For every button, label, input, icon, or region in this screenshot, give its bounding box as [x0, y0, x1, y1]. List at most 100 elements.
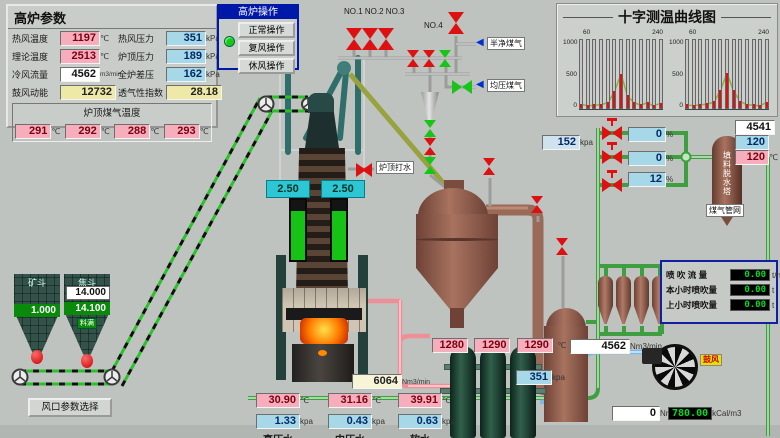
scrubber-pressure: 152kpa [542, 132, 593, 150]
y-tick: 1000 [563, 39, 577, 46]
water-label: 中压水 [328, 431, 372, 438]
bleeder-valve-no4[interactable] [448, 12, 464, 34]
injection-unit: t [770, 301, 774, 310]
thermo-track [579, 39, 583, 109]
param-value: 351 [166, 31, 206, 46]
unit: ℃ [51, 127, 60, 136]
tower-label: 填料脱水塔 [722, 151, 733, 196]
cross-temp-chart-panel: 十字测温曲线图 60 240 1000 500 0 [556, 3, 778, 117]
top-chain-valve-3[interactable] [424, 157, 437, 174]
tuyere-params-button[interactable]: 风口参数选择 [28, 398, 112, 417]
bleeder-valve-no1[interactable] [346, 28, 362, 50]
thermo-bars [579, 39, 663, 110]
bleeder-valve-no2[interactable] [362, 28, 378, 50]
thermo-track [626, 39, 630, 109]
top-water-valve[interactable] [356, 163, 372, 175]
control-valve-3[interactable] [602, 178, 622, 192]
params-grid: 热风温度 1197 ℃ 热风压力 351 kPa 理论温度 2513 ℃ 炉顶压… [8, 29, 216, 100]
top-chain-valve-2[interactable] [424, 138, 437, 155]
semi-clean-gas-label: 半净煤气 [487, 37, 525, 50]
ore-discharge-valve[interactable] [31, 350, 43, 364]
injection-label: 喷 吹 流 量 [666, 269, 730, 281]
top-gas-temp: 291 [15, 124, 51, 139]
gas-network-label: 煤气管网 [706, 204, 744, 217]
scrubber-inlet-valve[interactable] [556, 238, 569, 255]
param-value: 28.18 [166, 85, 222, 100]
param-label: 热风温度 [10, 32, 60, 45]
ore-hopper-label: 矿斗 [14, 276, 60, 289]
y-tick: 500 [563, 71, 577, 78]
ore-hopper: 矿斗 1.000 [14, 274, 60, 370]
thermo-track [685, 39, 689, 109]
control-valve-2[interactable] [602, 150, 622, 164]
stock-rod-right [330, 198, 348, 262]
venturi-inlet-valve[interactable] [483, 158, 496, 175]
valve-opening-3: 12% [628, 169, 673, 187]
y-tick: 1000 [669, 39, 683, 46]
equalizing-valve-3[interactable] [439, 50, 452, 67]
param-value: 162 [166, 67, 206, 82]
x-tick: 240 [758, 29, 769, 36]
stock-rod-left [289, 198, 307, 262]
furnace-bell-hopper [305, 112, 339, 148]
fan-snout [642, 348, 662, 364]
control-valve-1[interactable] [602, 126, 622, 140]
scrubber-dome [546, 308, 586, 328]
coke-discharge-valve[interactable] [81, 354, 93, 368]
water-group-soft: 39.91℃ 0.63kpa 软水 [398, 390, 468, 438]
hot-blast-stove-3 [510, 346, 536, 438]
x-tick: 60 [583, 29, 590, 36]
injection-label: 上小时喷吹量 [666, 299, 730, 311]
panel-title: 高炉参数 [8, 6, 216, 29]
x-tick: 60 [689, 29, 696, 36]
venturi-top-valve[interactable] [531, 196, 544, 213]
thermo-track [659, 39, 663, 109]
injection-value: 0.00 [730, 284, 770, 296]
injection-row: 喷 吹 流 量 0.00 t/h [666, 269, 772, 281]
pipe-junction [682, 153, 691, 162]
resume-blast-button[interactable]: 复风操作 [238, 40, 295, 56]
injection-row: 本小时喷吹量 0.00 t [666, 284, 772, 296]
thermo-track [705, 39, 709, 109]
param-unit: ℃ [100, 34, 116, 43]
bleeder-valve-no3[interactable] [378, 28, 394, 50]
valve-opening-2: 0% [628, 148, 673, 166]
thermo-track [765, 39, 769, 109]
injection-label: 本小时喷吹量 [666, 284, 730, 296]
stock-line-left: 2.50 [266, 180, 310, 198]
y-tick: 0 [563, 102, 577, 109]
y-tick: 0 [669, 102, 683, 109]
thermo-track [606, 39, 610, 109]
hearth-glow [300, 318, 348, 344]
water-group-hp: 30.90℃ 1.33kpa 高压水 [256, 390, 326, 438]
equalizing-valve-2[interactable] [423, 50, 436, 67]
thermo-track [712, 39, 716, 109]
coke-weight: 14.000 [66, 286, 110, 300]
param-value: 189 [166, 49, 206, 64]
thermo-track [639, 39, 643, 109]
y-tick: 500 [669, 71, 683, 78]
param-label: 鼓风动能 [10, 86, 60, 99]
stock-line-right: 2.50 [321, 180, 365, 198]
stop-blast-button[interactable]: 休风操作 [238, 58, 295, 74]
bleeder-valve-no4-label: NO.4 [424, 21, 443, 30]
oxygen-flow: 6064Nm3/min [352, 371, 430, 389]
top-gas-temp-group: 炉顶煤气温度 291℃ 292℃ 288℃ 293℃ [12, 103, 212, 142]
cross-temp-chart-left: 60 240 1000 500 0 [563, 29, 665, 110]
equalizing-gas-valve[interactable] [452, 80, 472, 94]
param-label: 理论温度 [10, 50, 60, 63]
title-rule [563, 17, 613, 18]
injection-unit: t [770, 286, 774, 295]
y-axis: 1000 500 0 [563, 39, 579, 109]
top-gas-temp-title: 炉顶煤气温度 [13, 105, 211, 119]
thermo-track [725, 39, 729, 109]
normal-operation-button[interactable]: 正常操作 [238, 22, 295, 38]
injection-row: 上小时喷吹量 0.00 t [666, 299, 772, 311]
coke-status-badge: 料满 [77, 318, 97, 329]
thermo-track [612, 39, 616, 109]
top-gas-temp: 292 [65, 124, 101, 139]
injection-value: 0.00 [730, 299, 770, 311]
param-label: 炉顶压力 [116, 50, 166, 63]
equalizing-valve-1[interactable] [407, 50, 420, 67]
top-chain-valve-1[interactable] [424, 120, 437, 137]
